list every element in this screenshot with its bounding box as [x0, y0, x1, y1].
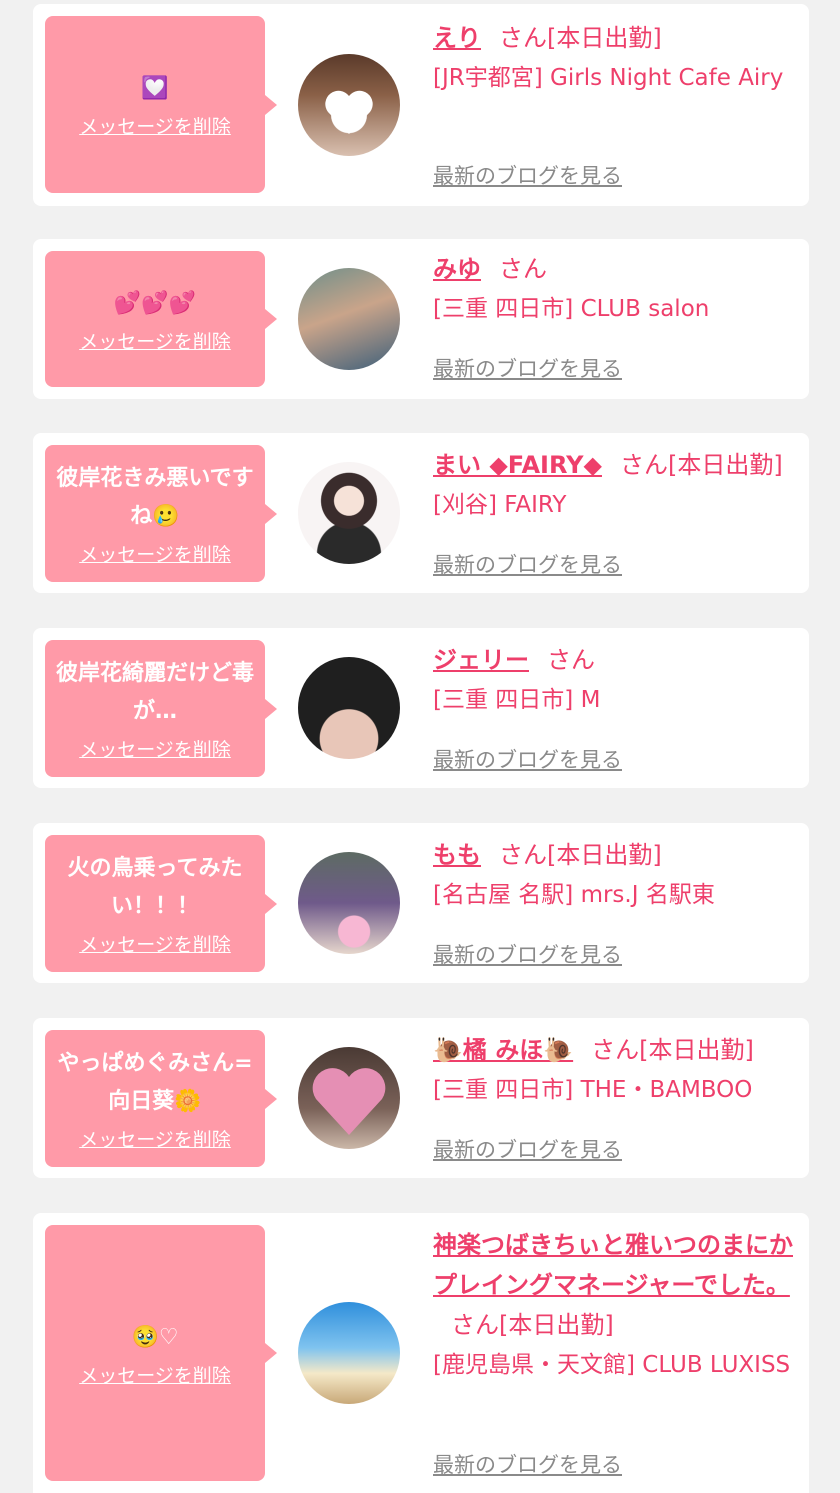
delete-message-link[interactable]: メッセージを削除: [79, 540, 231, 567]
favorite-card: 彼岸花きみ悪いですね🥲 メッセージを削除 まい ◆FAIRY◆ さん[本日出勤] …: [33, 433, 809, 593]
cast-name-link[interactable]: 🐌橘 みほ🐌: [433, 1036, 573, 1064]
honorific: さん: [619, 451, 668, 479]
shop-name: [三重 四日市] THE・BAMBOO: [433, 1077, 753, 1103]
message-bubble: 火の鳥乗ってみたい！！！ メッセージを削除: [45, 835, 277, 972]
delete-message-link[interactable]: メッセージを削除: [79, 735, 231, 762]
avatar[interactable]: [298, 268, 400, 370]
favorite-card: 火の鳥乗ってみたい！！！ メッセージを削除 もも さん[本日出勤] [名古屋 名駅…: [33, 823, 809, 983]
favorite-card: 彼岸花綺麗だけど毒が… メッセージを削除 ジェリー さん [三重 四日市] M 最…: [33, 628, 809, 788]
latest-blog-link[interactable]: 最新のブログを見る: [433, 160, 622, 190]
honorific: さん: [547, 646, 595, 674]
favorites-list: 💟 メッセージを削除 えり さん[本日出勤] [JR宇都宮] Girls Nigh…: [0, 0, 840, 1493]
cast-name-link[interactable]: えり: [433, 24, 481, 52]
message-text: 火の鳥乗ってみたい！！！: [67, 856, 243, 919]
attendance-status: [本日出勤]: [639, 1036, 754, 1064]
favorite-card: 💕💕💕 メッセージを削除 みゆ さん [三重 四日市] CLUB salon 最新…: [33, 239, 809, 399]
cast-name-link[interactable]: ジェリー: [433, 646, 529, 674]
honorific: さん: [591, 1036, 640, 1064]
cast-name-link[interactable]: まい ◆FAIRY◆: [433, 451, 602, 479]
profile-info: みゆ さん [三重 四日市] CLUB salon: [433, 249, 793, 329]
message-bubble: 彼岸花綺麗だけど毒が… メッセージを削除: [45, 640, 277, 777]
honorific: さん: [499, 24, 547, 52]
profile-info: 神楽つばきちぃと雅いつのまにかプレイングマネージャーでした。さん[本日出勤] […: [433, 1225, 793, 1385]
message-bubble: 💟 メッセージを削除: [45, 16, 277, 193]
avatar[interactable]: [298, 54, 400, 156]
delete-message-link[interactable]: メッセージを削除: [79, 1125, 231, 1152]
attendance-status: [本日出勤]: [547, 24, 662, 52]
latest-blog-link[interactable]: 最新のブログを見る: [433, 1449, 622, 1479]
shop-name: [名古屋 名駅] mrs.J 名駅東: [433, 882, 715, 908]
avatar[interactable]: [298, 657, 400, 759]
favorite-card: やっぱめぐみさん=向日葵🌼 メッセージを削除 🐌橘 みほ🐌 さん[本日出勤] [三…: [33, 1018, 809, 1178]
avatar[interactable]: [298, 1047, 400, 1149]
avatar[interactable]: [298, 462, 400, 564]
latest-blog-link[interactable]: 最新のブログを見る: [433, 939, 622, 969]
message-bubble: 💕💕💕 メッセージを削除: [45, 251, 277, 387]
profile-info: 🐌橘 みほ🐌 さん[本日出勤] [三重 四日市] THE・BAMBOO: [433, 1030, 793, 1110]
shop-name: [鹿児島県・天文館] CLUB LUXISS: [433, 1352, 791, 1378]
message-text: やっぱめぐみさん=向日葵🌼: [57, 1051, 253, 1114]
avatar[interactable]: [298, 1302, 400, 1404]
latest-blog-link[interactable]: 最新のブログを見る: [433, 353, 622, 383]
shop-name: [JR宇都宮] Girls Night Cafe Airy: [433, 65, 784, 91]
cast-name-link[interactable]: みゆ: [433, 255, 481, 283]
cast-name-link[interactable]: 神楽つばきちぃと雅いつのまにかプレイングマネージャーでした。: [433, 1231, 793, 1299]
message-text: 🥹♡: [131, 1324, 179, 1350]
latest-blog-link[interactable]: 最新のブログを見る: [433, 744, 622, 774]
message-bubble: 🥹♡ メッセージを削除: [45, 1225, 277, 1481]
message-text: 💕💕💕: [113, 290, 197, 316]
heart-sticker-icon: [325, 90, 373, 134]
shop-name: [三重 四日市] M: [433, 687, 601, 713]
profile-info: まい ◆FAIRY◆ さん[本日出勤] [刈谷] FAIRY: [433, 445, 803, 525]
delete-message-link[interactable]: メッセージを削除: [79, 1361, 231, 1388]
honorific: さん: [451, 1311, 499, 1339]
heart-balloon-icon: [312, 1068, 386, 1135]
delete-message-link[interactable]: メッセージを削除: [79, 327, 231, 354]
favorite-card: 🥹♡ メッセージを削除 神楽つばきちぃと雅いつのまにかプレイングマネージャーでし…: [33, 1213, 809, 1493]
shop-name: [三重 四日市] CLUB salon: [433, 296, 710, 322]
message-text: 彼岸花綺麗だけど毒が…: [55, 661, 254, 724]
shop-name: [刈谷] FAIRY: [433, 492, 567, 518]
avatar[interactable]: [298, 852, 400, 954]
attendance-status: [本日出勤]: [499, 1311, 614, 1339]
attendance-status: [本日出勤]: [547, 841, 662, 869]
delete-message-link[interactable]: メッセージを削除: [79, 112, 231, 139]
latest-blog-link[interactable]: 最新のブログを見る: [433, 549, 622, 579]
delete-message-link[interactable]: メッセージを削除: [79, 930, 231, 957]
cast-name-link[interactable]: もも: [433, 841, 481, 869]
message-text: 💟: [141, 76, 169, 101]
favorite-card: 💟 メッセージを削除 えり さん[本日出勤] [JR宇都宮] Girls Nigh…: [33, 4, 809, 206]
profile-info: えり さん[本日出勤] [JR宇都宮] Girls Night Cafe Airy: [433, 18, 793, 98]
attendance-status: [本日出勤]: [667, 451, 783, 479]
message-bubble: やっぱめぐみさん=向日葵🌼 メッセージを削除: [45, 1030, 277, 1167]
honorific: さん: [499, 255, 547, 283]
profile-info: もも さん[本日出勤] [名古屋 名駅] mrs.J 名駅東: [433, 835, 793, 915]
message-text: 彼岸花きみ悪いですね🥲: [56, 466, 254, 529]
honorific: さん: [499, 841, 547, 869]
message-bubble: 彼岸花きみ悪いですね🥲 メッセージを削除: [45, 445, 277, 582]
latest-blog-link[interactable]: 最新のブログを見る: [433, 1134, 622, 1164]
profile-info: ジェリー さん [三重 四日市] M: [433, 640, 793, 720]
